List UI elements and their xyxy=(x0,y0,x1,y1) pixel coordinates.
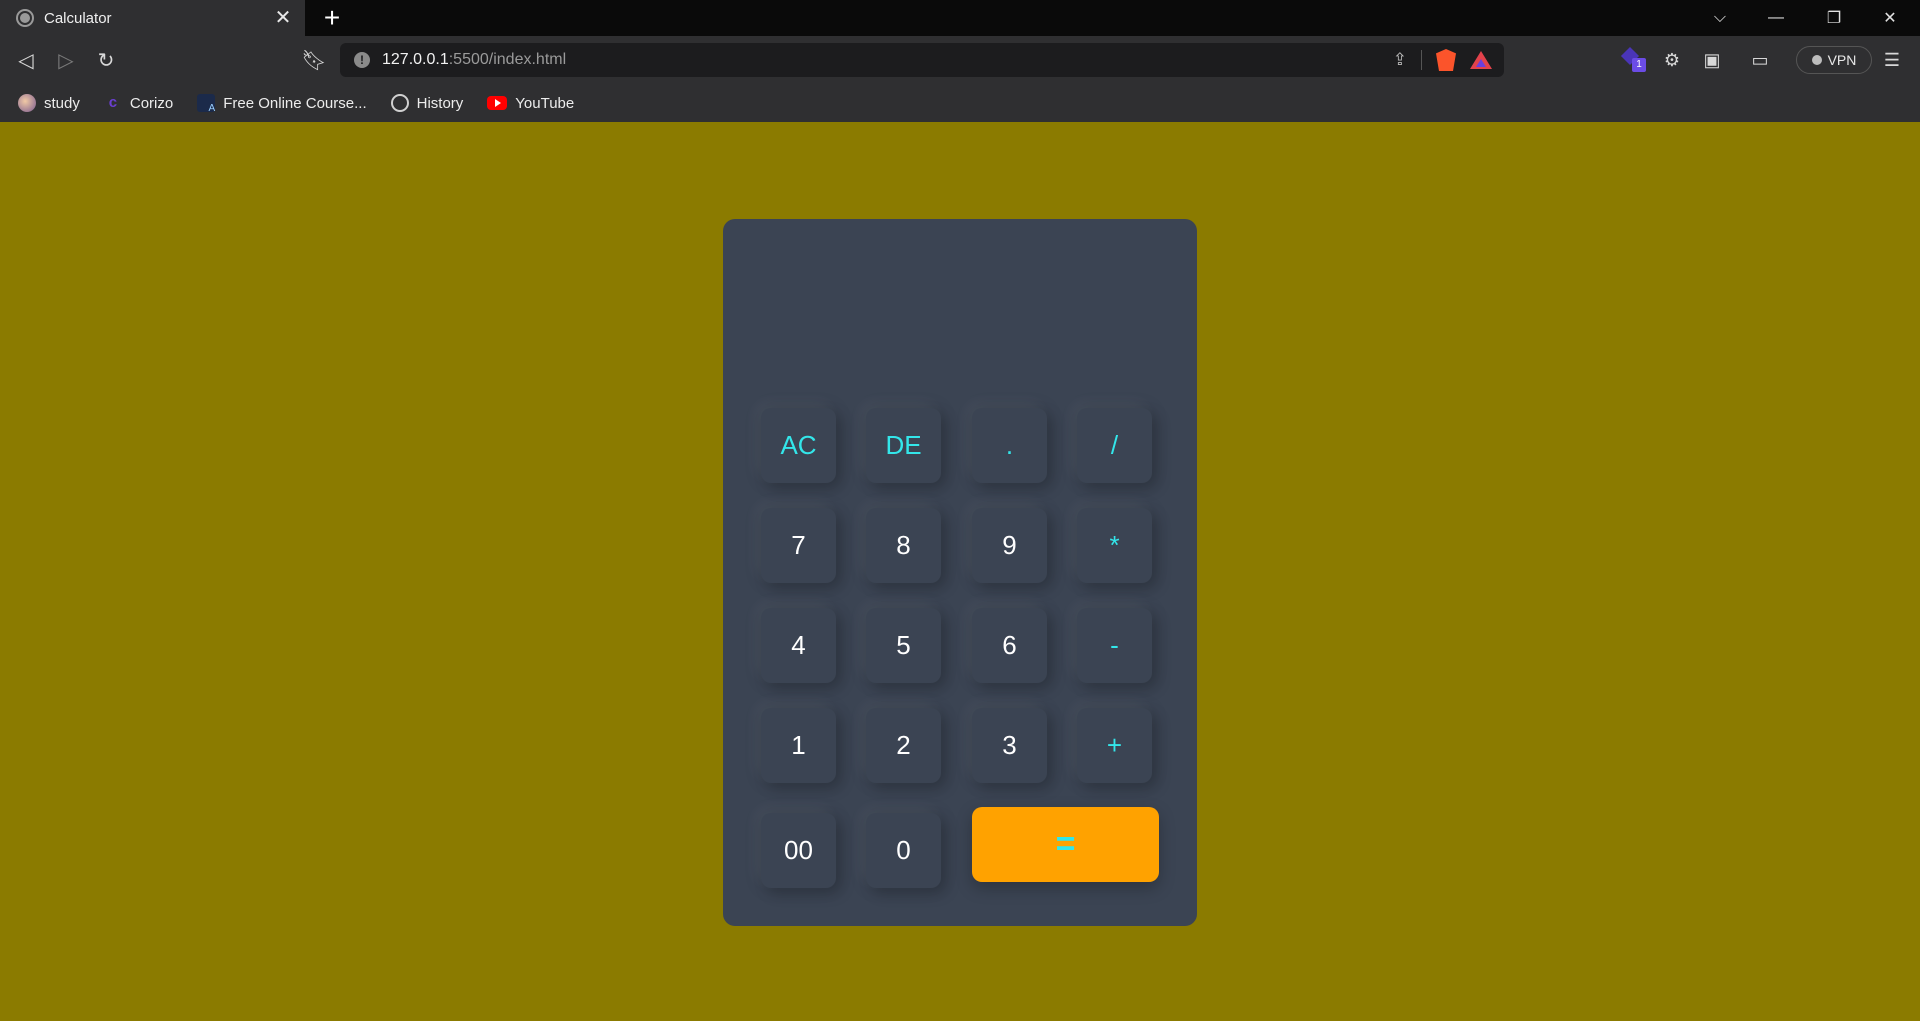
tab-strip: Calculator ✕ + ⌵ — ❐ ✕ xyxy=(0,0,1920,36)
divide-button[interactable]: / xyxy=(1077,408,1152,483)
double-zero-button[interactable]: 00 xyxy=(761,813,836,888)
restore-icon[interactable]: ❐ xyxy=(1806,0,1862,36)
bookmark-label: study xyxy=(44,94,80,112)
bookmark-history[interactable]: History xyxy=(390,94,464,112)
bookmark-icon[interactable]: 🔖︎ xyxy=(298,44,330,76)
url-text[interactable]: 127.0.0.1:5500/index.html xyxy=(382,51,566,69)
history-icon xyxy=(390,94,409,112)
wallet-icon[interactable]: ▭ xyxy=(1744,44,1776,76)
menu-icon[interactable]: ☰ xyxy=(1876,44,1908,76)
window-close-icon[interactable]: ✕ xyxy=(1862,0,1918,36)
share-icon[interactable]: ⇪ xyxy=(1393,50,1407,70)
tab-title: Calculator xyxy=(44,9,112,27)
tab-calculator[interactable]: Calculator ✕ xyxy=(0,0,305,36)
url-host: 127.0.0.1 xyxy=(382,51,449,68)
subtract-button[interactable]: - xyxy=(1077,608,1152,683)
delete-button[interactable]: DE xyxy=(866,408,941,483)
bookmark-label: YouTube xyxy=(515,94,575,112)
youtube-icon xyxy=(487,96,508,110)
digit-9-button[interactable]: 9 xyxy=(972,508,1047,583)
bookmarks-bar: study c Corizo Free Online Course... His… xyxy=(0,84,1920,122)
bookmark-free-online-course[interactable]: Free Online Course... xyxy=(197,94,367,114)
divider xyxy=(1421,50,1422,70)
decimal-button[interactable]: . xyxy=(972,408,1047,483)
extension-badge-count: 1 xyxy=(1632,58,1646,72)
close-icon[interactable]: ✕ xyxy=(273,8,293,28)
browser-toolbar: ◁ ▷ ↻ 🔖︎ ! 127.0.0.1:5500/index.html ⇪ 1… xyxy=(0,36,1920,84)
reload-icon[interactable]: ↻ xyxy=(90,44,122,76)
vpn-button[interactable]: VPN xyxy=(1796,46,1872,74)
brave-shields-icon[interactable] xyxy=(1436,49,1456,71)
digit-1-button[interactable]: 1 xyxy=(761,708,836,783)
bookmark-label: Corizo xyxy=(129,94,174,112)
bookmark-study[interactable]: study xyxy=(18,94,80,112)
tab-search-chevron-down-icon[interactable]: ⌵ xyxy=(1692,0,1748,36)
multiply-button[interactable]: * xyxy=(1077,508,1152,583)
digit-0-button[interactable]: 0 xyxy=(866,813,941,888)
info-icon[interactable]: ! xyxy=(354,52,370,68)
extensions-icon[interactable]: ⚙︎ xyxy=(1656,44,1688,76)
bookmark-label: History xyxy=(416,94,464,112)
bookmark-youtube[interactable]: YouTube xyxy=(487,95,574,112)
extension-badge-icon[interactable]: 1 xyxy=(1620,46,1646,72)
globe-icon xyxy=(16,9,34,27)
digit-3-button[interactable]: 3 xyxy=(972,708,1047,783)
calculator-display[interactable] xyxy=(753,249,1167,379)
digit-6-button[interactable]: 6 xyxy=(972,608,1047,683)
bookmark-label: Free Online Course... xyxy=(223,94,367,112)
equals-button[interactable]: = xyxy=(972,807,1159,882)
all-clear-button[interactable]: AC xyxy=(761,408,836,483)
vpn-status-icon xyxy=(1811,55,1822,65)
digit-5-button[interactable]: 5 xyxy=(866,608,941,683)
sidebar-icon[interactable]: ▣ xyxy=(1696,44,1728,76)
digit-2-button[interactable]: 2 xyxy=(866,708,941,783)
digit-7-button[interactable]: 7 xyxy=(761,508,836,583)
plus-icon[interactable]: + xyxy=(318,4,346,32)
calculator: AC DE . / 7 8 9 * 4 5 6 - 1 2 3 + 00 0 = xyxy=(723,219,1197,926)
course-logo-icon xyxy=(197,94,216,114)
url-path: :5500/index.html xyxy=(448,51,567,68)
corizo-logo-icon: c xyxy=(108,94,118,111)
vpn-label: VPN xyxy=(1827,52,1857,68)
bookmark-corizo[interactable]: c Corizo xyxy=(104,94,174,112)
minimize-icon[interactable]: — xyxy=(1748,0,1804,36)
add-button[interactable]: + xyxy=(1077,708,1152,783)
address-bar[interactable]: ! 127.0.0.1:5500/index.html ⇪ xyxy=(340,43,1504,77)
digit-4-button[interactable]: 4 xyxy=(761,608,836,683)
digit-8-button[interactable]: 8 xyxy=(866,508,941,583)
back-icon[interactable]: ◁ xyxy=(10,44,42,76)
avatar-icon xyxy=(18,94,36,112)
brave-rewards-icon[interactable] xyxy=(1470,51,1492,69)
forward-icon[interactable]: ▷ xyxy=(50,44,82,76)
